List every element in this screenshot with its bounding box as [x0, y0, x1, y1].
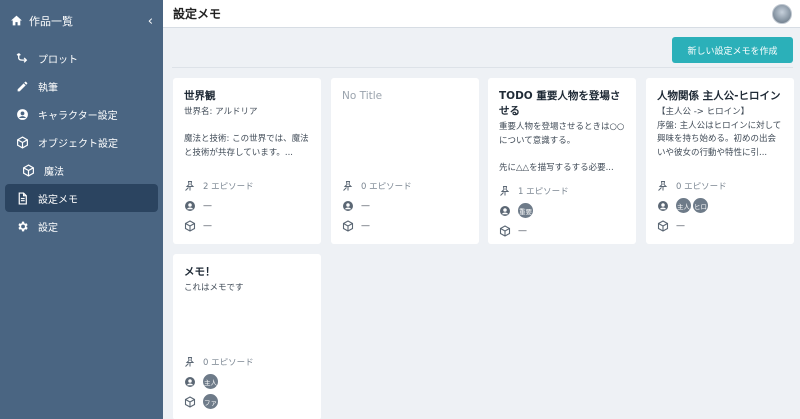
memo-card-title: No Title: [342, 90, 383, 102]
character-row: 主人: [184, 374, 313, 389]
page-title: 設定メモ: [173, 7, 222, 21]
memo-card-title: メモ！: [184, 266, 216, 278]
character-empty: —: [361, 200, 370, 211]
chevron-left-icon[interactable]: ‹: [148, 14, 153, 29]
object-empty: —: [518, 225, 527, 236]
object-row: —: [342, 218, 471, 233]
object-row: —: [657, 218, 786, 233]
sidebar-item-plot[interactable]: プロット: [5, 44, 158, 72]
user-circle-icon: [184, 376, 196, 388]
object-empty: —: [361, 220, 370, 231]
sidebar-item-setting-memo[interactable]: 設定メモ: [5, 184, 158, 212]
sidebar-item-label: プロット: [38, 54, 78, 66]
character-row: —: [342, 198, 471, 213]
user-circle-icon: [499, 205, 511, 217]
memo-card[interactable]: 世界観 世界名: アルドリア 魔法と技術: この世界では、魔法と技術が共存してい…: [173, 78, 321, 244]
character-chip[interactable]: 重要: [518, 203, 533, 218]
episode-count: 1 エピソード: [518, 186, 569, 197]
episode-count: 0 エピソード: [676, 181, 727, 192]
memo-card-body: これはメモです: [184, 283, 244, 293]
character-row: 重要: [499, 203, 628, 218]
pencil-icon: [15, 79, 29, 93]
episode-row: 0 エピソード: [342, 178, 471, 193]
episode-count: 2 エピソード: [203, 181, 254, 192]
sidebar-item-objects[interactable]: オブジェクト設定: [5, 128, 158, 156]
user-circle-icon: [15, 107, 29, 121]
cube-icon: [499, 224, 511, 237]
home-icon: [10, 12, 23, 31]
create-memo-button[interactable]: 新しい設定メモを作成: [672, 37, 793, 63]
sidebar-item-label: キャラクター設定: [38, 110, 118, 122]
character-chip[interactable]: 主人: [203, 374, 218, 389]
user-circle-icon: [657, 200, 669, 212]
user-circle-icon: [342, 200, 354, 212]
character-row: —: [184, 198, 313, 213]
episode-count: 0 エピソード: [203, 357, 254, 368]
object-row: ファ: [184, 394, 313, 409]
episode-row: 1 エピソード: [499, 183, 628, 198]
sidebar-item-label: 執筆: [38, 82, 58, 94]
cube-icon: [342, 219, 354, 232]
pin-icon: [184, 180, 196, 192]
memo-card-title: TODO 重要人物を登場させる: [499, 90, 621, 117]
cube-icon: [15, 135, 29, 149]
sidebar-item-characters[interactable]: キャラクター設定: [5, 100, 158, 128]
character-chip[interactable]: 主人: [676, 198, 691, 213]
object-row: —: [184, 218, 313, 233]
object-empty: —: [203, 220, 212, 231]
sidebar-item-label: 設定メモ: [38, 194, 78, 206]
route-icon: [15, 51, 29, 65]
memo-card[interactable]: TODO 重要人物を登場させる 重要人物を登場させるときは○○について意識する。…: [488, 78, 636, 244]
cube-icon: [657, 219, 669, 232]
episode-row: 0 エピソード: [184, 354, 313, 369]
works-list-link[interactable]: 作品一覧: [29, 13, 148, 29]
divider: [172, 67, 793, 68]
sidebar-item-label: オブジェクト設定: [38, 138, 118, 150]
object-chip[interactable]: ファ: [203, 394, 218, 409]
pin-icon: [342, 180, 354, 192]
memo-card[interactable]: メモ！ これはメモです 0 エピソード 主人 ファ: [173, 254, 321, 419]
character-chip[interactable]: ヒロ: [693, 198, 708, 213]
memo-card[interactable]: No Title 0 エピソード — —: [331, 78, 479, 244]
character-row: 主人 ヒロ: [657, 198, 786, 213]
document-icon: [15, 191, 29, 205]
memo-card-title: 人物関係 主人公-ヒロイン: [657, 90, 781, 102]
cube-icon: [184, 395, 196, 408]
object-empty: —: [676, 220, 685, 231]
memo-card[interactable]: 人物関係 主人公-ヒロイン 【主人公 -> ヒロイン】 序盤: 主人公はヒロイン…: [646, 78, 794, 244]
memo-card-title: 世界観: [184, 90, 216, 102]
sidebar-item-settings[interactable]: 設定: [5, 212, 158, 240]
episode-count: 0 エピソード: [361, 181, 412, 192]
sidebar-item-label: 設定: [38, 222, 58, 234]
memo-card-body: 世界名: アルドリア 魔法と技術: この世界では、魔法と技術が共存しています。.…: [184, 107, 309, 158]
pin-icon: [499, 185, 511, 197]
cube-icon: [21, 163, 35, 177]
cube-icon: [184, 219, 196, 232]
memo-card-body: 【主人公 -> ヒロイン】 序盤: 主人公はヒロインに対して興味を持ち始める。初…: [657, 107, 782, 158]
avatar[interactable]: [772, 4, 792, 24]
sidebar: 作品一覧 ‹ プロット 執筆 キャラクター設定 オブジェクト設定 魔法 設定メモ…: [0, 0, 163, 419]
episode-row: 2 エピソード: [184, 178, 313, 193]
object-row: —: [499, 223, 628, 238]
sidebar-item-label: 魔法: [44, 166, 64, 178]
pin-icon: [657, 180, 669, 192]
memo-card-body: 重要人物を登場させるときは○○について意識する。 先に△△を描写するする必要..…: [499, 122, 625, 173]
gear-icon: [15, 219, 29, 233]
character-empty: —: [203, 200, 212, 211]
sidebar-item-writing[interactable]: 執筆: [5, 72, 158, 100]
pin-icon: [184, 356, 196, 368]
user-circle-icon: [184, 200, 196, 212]
sidebar-header[interactable]: 作品一覧 ‹: [0, 0, 163, 42]
sidebar-item-magic[interactable]: 魔法: [5, 156, 158, 184]
top-bar: 設定メモ: [163, 0, 800, 28]
episode-row: 0 エピソード: [657, 178, 786, 193]
